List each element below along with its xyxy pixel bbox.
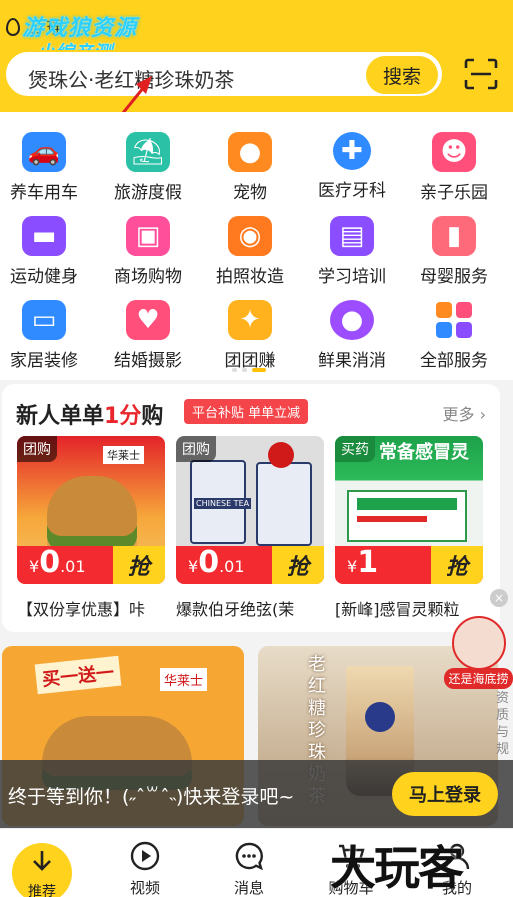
nav-messages[interactable]: 消息	[204, 829, 294, 897]
product-tag: 团购	[176, 436, 216, 462]
category-label: 商场购物	[114, 267, 182, 287]
mascot-image	[452, 616, 506, 670]
app-screen: … 瑶 游戏狼资源 小编亲测 煲珠公·老红糖珍珠奶茶 搜索 🚗 养车用车 ⛱ 旅…	[0, 0, 513, 897]
category-grid: 🚗 养车用车 ⛱ 旅游度假 ● 宠物 ✚ 医疗牙科 ☻ 亲子乐园 ▬ 运动健身 …	[0, 112, 513, 380]
category-label: 全部服务	[420, 351, 488, 371]
price-bar: ¥0.01 抢	[17, 545, 165, 584]
hearts-icon: ♥	[126, 300, 170, 340]
category-item[interactable]: ● 宠物	[200, 120, 300, 204]
shopping-bag-icon: ▣	[126, 216, 170, 256]
search-button[interactable]: 搜索	[366, 56, 438, 94]
product-name[interactable]: 爆款伯牙绝弦(茉	[176, 596, 326, 620]
category-label: 养车用车	[10, 183, 78, 203]
brand-label: 华莱士	[160, 668, 208, 691]
product-card[interactable]: CHINESE TEA 团购 ¥0.01 抢	[176, 436, 324, 584]
category-item[interactable]: ✚ 医疗牙科	[302, 120, 402, 204]
medicine-box-image	[347, 490, 467, 542]
page-indicator	[232, 368, 266, 372]
login-prompt-bar: 终于等到你！(˶ˆ꒳ˆ˵)快来登录吧~ 马上登录	[0, 760, 513, 828]
category-item[interactable]: ♥ 结婚摄影	[98, 288, 198, 372]
category-label: 家居装修	[10, 351, 78, 371]
brand-label: CHINESE TEA	[194, 498, 252, 509]
category-label: 母婴服务	[420, 267, 488, 287]
price-bar: ¥0.01 抢	[176, 545, 324, 584]
category-label: 鲜果消消	[318, 351, 386, 371]
more-link[interactable]: 更多 ›	[443, 401, 487, 425]
tea-cup-image	[256, 462, 312, 546]
promo-badge: 平台补贴 单单立减	[184, 399, 309, 424]
product-price: ¥1	[347, 545, 379, 580]
brand-label: 华莱士	[103, 446, 144, 464]
camera-icon: ◉	[228, 216, 272, 256]
deal-banner: 买一送一	[34, 655, 122, 695]
fruit-bomb-icon: ●	[330, 300, 374, 340]
medical-cross-icon: ✚	[325, 124, 379, 178]
dog-icon: ●	[228, 132, 272, 172]
price-bar: ¥1 抢	[335, 545, 483, 584]
category-item[interactable]: 全部服务	[404, 288, 504, 372]
arrow-down-icon: 推荐	[12, 843, 72, 897]
category-item[interactable]: ▤ 学习培训	[302, 204, 402, 288]
rose-image	[268, 442, 294, 468]
burger-image	[47, 476, 137, 536]
brand-label: 常备感冒灵	[379, 442, 469, 463]
category-item[interactable]: ◉ 拍照妆造	[200, 204, 300, 288]
category-label: 亲子乐园	[420, 183, 488, 203]
category-item[interactable]: ⛱ 旅游度假	[98, 120, 198, 204]
play-icon	[130, 841, 160, 871]
product-tag: 买药	[335, 436, 375, 462]
rabbit-icon: ✦	[228, 300, 272, 340]
category-item[interactable]: ☻ 亲子乐园	[404, 120, 504, 204]
category-label: 结婚摄影	[114, 351, 182, 371]
grab-button[interactable]: 抢	[113, 546, 165, 584]
nav-label: 视频	[129, 879, 160, 897]
category-item[interactable]: ▭ 家居装修	[0, 288, 94, 372]
book-icon: ▤	[330, 216, 374, 256]
product-name[interactable]: 【双份享优惠】咔	[17, 596, 167, 620]
close-icon[interactable]: ×	[490, 589, 508, 607]
promo-title: 新人单单1分购	[16, 404, 164, 429]
category-item[interactable]: ● 鲜果消消	[302, 288, 402, 372]
nav-label: 消息	[233, 879, 264, 897]
dumbbell-icon: ▬	[22, 216, 66, 256]
side-text: 资质与规	[496, 691, 510, 757]
category-item[interactable]: ▬ 运动健身	[0, 204, 94, 288]
car-icon: 🚗	[22, 132, 66, 172]
category-label: 拍照妆造	[216, 267, 284, 287]
category-item[interactable]: 🚗 养车用车	[0, 120, 94, 204]
grab-button[interactable]: 抢	[272, 546, 324, 584]
floating-ad[interactable]: 还是海底捞	[444, 616, 513, 690]
product-card[interactable]: 常备感冒灵 买药 ¥1 抢	[335, 436, 483, 584]
grab-button[interactable]: 抢	[431, 546, 483, 584]
login-prompt-text: 终于等到你！(˶ˆ꒳ˆ˵)快来登录吧~	[8, 786, 295, 808]
family-icon: ☻	[432, 132, 476, 172]
category-label: 运动健身	[10, 267, 78, 287]
location-pin-icon	[6, 17, 20, 36]
float-ad-label: 还是海底捞	[444, 668, 513, 689]
login-button[interactable]: 马上登录	[392, 772, 498, 816]
nav-label: 推荐	[28, 884, 56, 897]
paint-roller-icon: ▭	[22, 300, 66, 340]
baby-bottle-icon: ▮	[432, 216, 476, 256]
scan-icon[interactable]	[464, 58, 498, 90]
category-label: 旅游度假	[114, 183, 182, 203]
category-label: 医疗牙科	[318, 181, 386, 201]
product-price: ¥0.01	[188, 545, 245, 580]
product-card[interactable]: 华莱士 团购 ¥0.01 抢	[17, 436, 165, 584]
category-item[interactable]: ▣ 商场购物	[98, 204, 198, 288]
beach-umbrella-icon: ⛱	[126, 132, 170, 172]
chat-icon	[235, 842, 263, 871]
category-label: 学习培训	[318, 267, 386, 287]
all-services-icon	[432, 300, 476, 340]
product-tag: 团购	[17, 436, 57, 462]
product-price: ¥0.01	[29, 545, 86, 580]
category-label: 宠物	[233, 183, 267, 203]
new-user-promo-card: 新人单单1分购 平台补贴 单单立减 更多 › 华莱士 团购 ¥0.01 抢 【双…	[2, 384, 500, 632]
corner-watermark: 大玩客	[330, 841, 464, 895]
category-item[interactable]: ✦ 团团赚	[200, 288, 300, 372]
nav-video[interactable]: 视频	[100, 829, 190, 897]
category-item[interactable]: ▮ 母婴服务	[404, 204, 504, 288]
nav-recommend[interactable]: 推荐	[0, 829, 90, 897]
